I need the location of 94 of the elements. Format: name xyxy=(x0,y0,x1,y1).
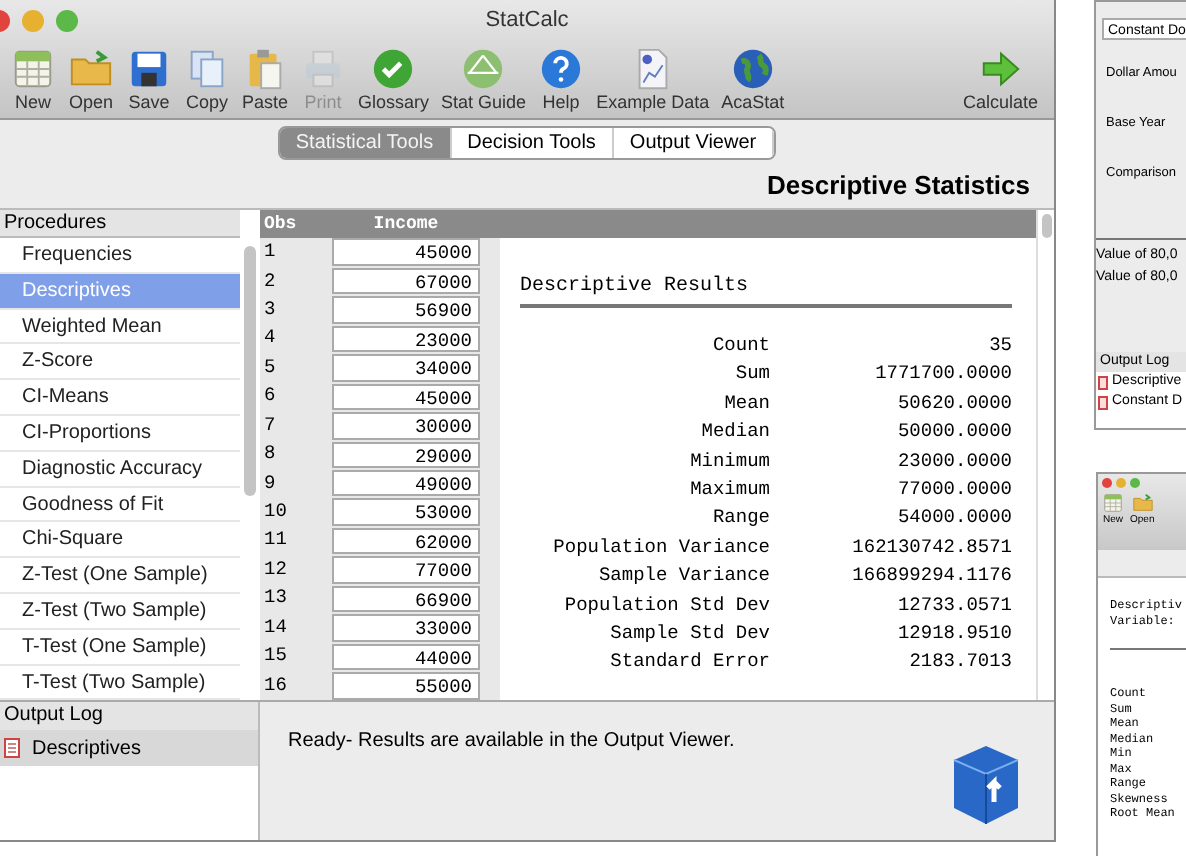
globe-icon xyxy=(729,46,776,92)
table-cell[interactable]: 55000 xyxy=(332,672,480,700)
table-cell[interactable]: 67000 xyxy=(332,267,480,295)
table-cell[interactable]: 66900 xyxy=(332,585,480,613)
result-label: Standard Error xyxy=(608,648,770,677)
toolbar-button[interactable]: Help xyxy=(532,46,591,118)
toolbar-button[interactable]: Example Data xyxy=(590,46,716,118)
table-cell-text: 11 xyxy=(262,526,289,555)
result-label: Count xyxy=(710,332,770,360)
result-label: Population Std Dev xyxy=(562,591,770,620)
table-cell[interactable]: 49000 xyxy=(332,469,480,497)
spreadsheet-icon xyxy=(1102,492,1124,514)
table-cell-text: 16 xyxy=(262,671,289,700)
table-cell-text: 12 xyxy=(262,555,289,584)
table-cell[interactable]: 53000 xyxy=(332,498,480,526)
result-value: 23000.0000 xyxy=(895,447,1012,476)
result-value: 50000.0000 xyxy=(895,418,1012,447)
table-cell[interactable]: 56900 xyxy=(332,296,480,324)
calculate-button[interactable]: Calculate xyxy=(962,46,1038,118)
result-label: Mean xyxy=(722,389,770,418)
result-value: 2183.7013 xyxy=(907,648,1012,677)
table-cell-text: 4 xyxy=(262,324,278,353)
result-label: Population Variance xyxy=(551,533,770,562)
table-cell-text: 6 xyxy=(262,382,278,411)
minimize-icon[interactable] xyxy=(22,10,44,32)
result-value: 50620.0000 xyxy=(895,389,1012,418)
table-cell[interactable]: 45000 xyxy=(332,383,480,411)
table-cell[interactable]: 29000 xyxy=(332,441,480,469)
page-heading: Descriptive Statistics xyxy=(766,168,1030,205)
table-cell-text: 15 xyxy=(262,642,289,671)
table-cell-text: 7 xyxy=(262,411,278,440)
toolbar-button[interactable]: Stat Guide xyxy=(435,46,533,118)
result-label: Range xyxy=(710,504,770,533)
result-value: 54000.0000 xyxy=(895,504,1012,533)
scrollbar-thumb[interactable] xyxy=(244,246,256,496)
tab-strip xyxy=(1098,550,1186,578)
toolbar-button[interactable]: Save xyxy=(120,46,178,118)
spreadsheet-icon xyxy=(10,46,56,92)
log-item[interactable]: Descriptives xyxy=(0,730,258,766)
result-value: 162130742.8571 xyxy=(850,533,1012,562)
folder-icon xyxy=(1131,492,1154,514)
minimize-icon[interactable] xyxy=(1116,478,1126,488)
document-icon xyxy=(4,738,20,758)
table-cell-text: 9 xyxy=(262,469,278,498)
table-cell-text: 13 xyxy=(262,584,289,613)
toolbar-button[interactable]: Glossary xyxy=(352,46,436,118)
table-cell[interactable]: 62000 xyxy=(332,527,480,555)
table-cell[interactable]: 45000 xyxy=(332,238,480,266)
window-title: StatCalc xyxy=(485,6,569,37)
result-value: 166899294.1176 xyxy=(850,562,1012,591)
table-cell-text: 5 xyxy=(262,353,278,382)
table-cell-text: 14 xyxy=(262,613,289,642)
result-label: Sum xyxy=(733,360,770,389)
toolbar-button[interactable]: Paste xyxy=(236,46,295,118)
table-cell[interactable]: 30000 xyxy=(332,412,480,440)
panel-header: Procedures xyxy=(0,210,240,238)
arrow-right-icon xyxy=(977,46,1024,92)
result-label: Median xyxy=(699,418,770,447)
status-message: Ready- Results are available in the Output Viewer. xyxy=(288,728,735,756)
guide-icon xyxy=(460,46,507,92)
result-value: 12918.9510 xyxy=(895,619,1012,648)
table-cell-text: 3 xyxy=(262,295,278,324)
table-cell[interactable]: 23000 xyxy=(332,325,480,353)
zoom-icon[interactable] xyxy=(56,10,78,32)
help-icon xyxy=(538,46,585,92)
result-value: 77000.0000 xyxy=(895,475,1012,504)
result-label: Sample Std Dev xyxy=(608,619,770,648)
toolbar-button[interactable]: New xyxy=(4,46,62,118)
cube-icon xyxy=(950,742,1022,826)
toolbar-button[interactable]: Open xyxy=(62,46,120,118)
result-label: Minimum xyxy=(688,447,770,476)
table-cell[interactable]: 33000 xyxy=(332,614,480,642)
table-cell-text: 8 xyxy=(262,440,278,469)
result-label: Maximum xyxy=(688,475,770,504)
results-title: Descriptive Results xyxy=(520,274,1012,308)
panel-header: Output Log xyxy=(0,702,258,730)
table-cell-text: 1 xyxy=(262,238,278,267)
result-value: 35 xyxy=(987,332,1012,360)
result-label: Sample Variance xyxy=(596,562,770,591)
zoom-icon[interactable] xyxy=(1130,478,1140,488)
table-cell[interactable]: 44000 xyxy=(332,643,480,671)
toolbar-button[interactable]: Copy xyxy=(178,46,236,118)
table-cell[interactable]: 77000 xyxy=(332,556,480,584)
column-header: Income xyxy=(371,212,441,238)
column-header: Obs xyxy=(262,212,299,238)
toolbar-button[interactable]: AcaStat xyxy=(715,46,791,118)
table-cell[interactable]: 34000 xyxy=(332,354,480,382)
checkmark-icon xyxy=(370,46,417,92)
table-cell-text: 10 xyxy=(262,498,289,527)
scrollbar-thumb[interactable] xyxy=(1041,214,1051,238)
result-value: 1771700.0000 xyxy=(873,360,1012,389)
result-value: 12733.0571 xyxy=(895,591,1012,620)
close-icon[interactable] xyxy=(1102,478,1112,488)
table-cell-text: 2 xyxy=(262,267,278,296)
